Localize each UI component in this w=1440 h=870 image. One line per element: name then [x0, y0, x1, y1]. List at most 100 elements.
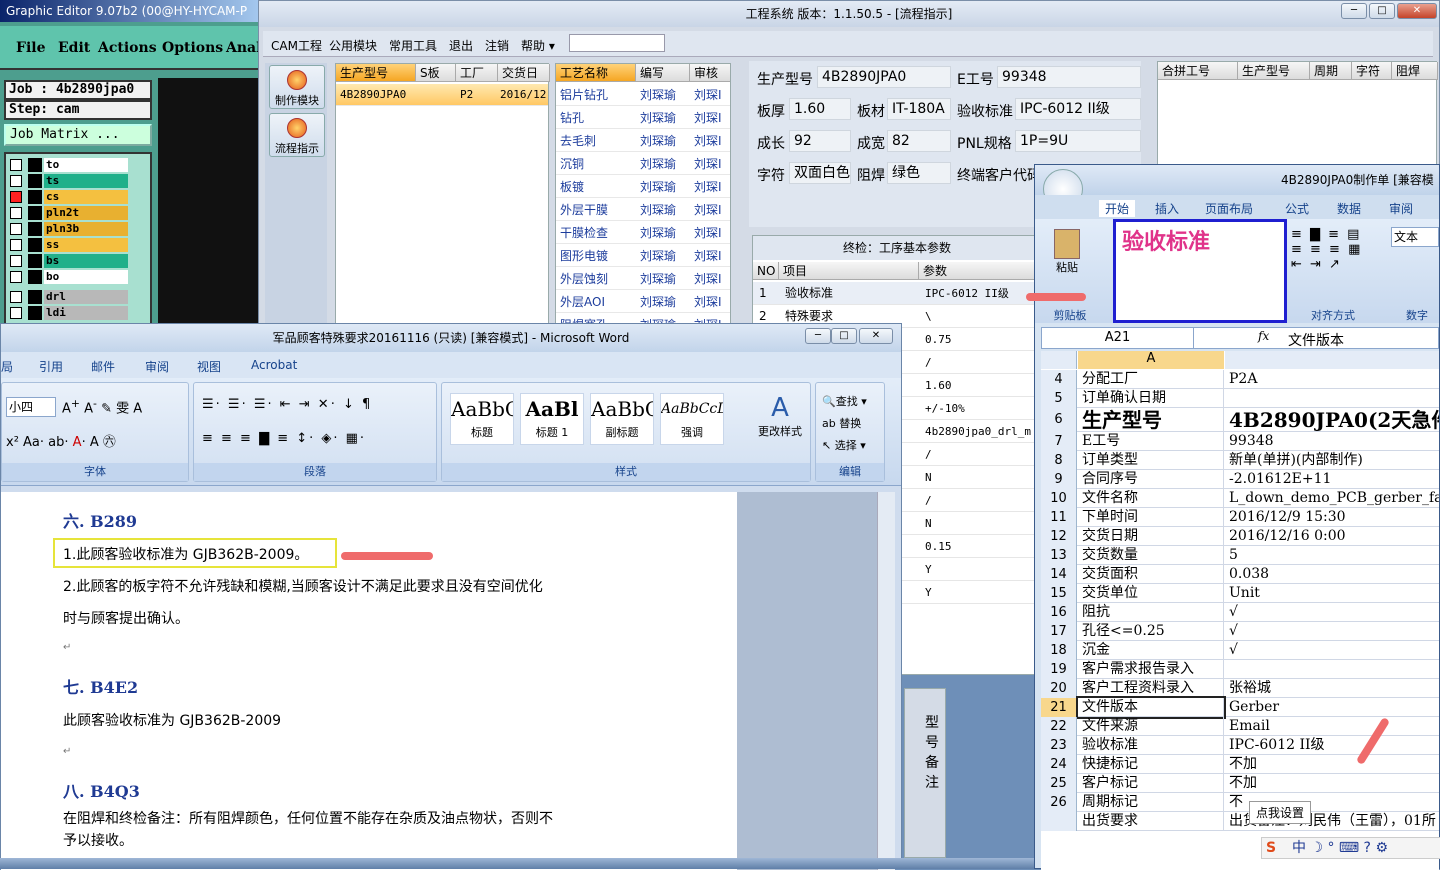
sheet-row[interactable]: 8 订单类型 新单(单拼)(内部制作) [1041, 451, 1439, 470]
layer-item[interactable]: ldi [8, 306, 128, 320]
sheet-row[interactable]: 13 交货数量 5 [1041, 546, 1439, 565]
toolbar-dropdown[interactable] [569, 34, 665, 52]
paste-button[interactable]: 粘贴 [1049, 229, 1085, 275]
process-row[interactable]: 沉铜 刘琛瑜 刘琛I [556, 153, 730, 175]
sheet-row[interactable]: 5 订单确认日期 [1041, 389, 1439, 408]
menu-edit[interactable]: Edit [58, 40, 90, 56]
sheet-row[interactable]: 26 周期标记不 [1041, 793, 1439, 812]
sheet-row[interactable]: 6 生产型号 4B2890JPA0(2天急件 [1041, 408, 1439, 432]
sheet-row[interactable]: 25 客户标记 不加 [1041, 774, 1439, 793]
sheet-row[interactable]: 24 快捷标记 不加 [1041, 755, 1439, 774]
tab-review[interactable]: 审阅 [1389, 200, 1413, 217]
col-s[interactable]: S板 [416, 64, 456, 82]
sheet-row[interactable]: 18 沉金 √ [1041, 641, 1439, 660]
list-tools[interactable]: ☰· ☰· ☰· ⇤ ⇥ ✕· ↓ ¶ [202, 397, 372, 412]
layer-checkbox[interactable] [10, 223, 22, 235]
sheet-row[interactable]: 21 文件版本 Gerber [1041, 696, 1439, 719]
thickness-field[interactable]: 1.60 [789, 98, 851, 120]
col-item[interactable]: 项目 [779, 262, 919, 280]
process-flow-button[interactable]: 流程指示 [269, 113, 325, 157]
sheet-row[interactable]: 12 交货日期 2016/12/16 0:00 [1041, 527, 1439, 546]
tab-insert[interactable]: 插入 [1155, 200, 1179, 217]
process-row[interactable]: 去毛刺 刘琛瑜 刘琛I [556, 130, 730, 152]
minimize-button[interactable]: ─ [1341, 3, 1367, 19]
menu-analysis[interactable]: Anal [226, 40, 261, 56]
layer-checkbox[interactable] [10, 239, 22, 251]
sheet-row[interactable]: 17 孔径<=0.25 √ [1041, 622, 1439, 641]
menu-cam[interactable]: CAM工程 [271, 37, 322, 54]
layer-checkbox[interactable] [10, 175, 22, 187]
col-no[interactable]: NO [753, 262, 779, 280]
layer-checkbox[interactable] [10, 159, 22, 171]
col-mask[interactable]: 阻焊 [1392, 62, 1438, 80]
alignment-tools[interactable]: ≡ ▇ ≡ ▤ ≡ ≡ ≡ ▦ ⇤ ⇥ ↗ [1291, 227, 1383, 299]
layer-checkbox[interactable] [10, 307, 22, 319]
number-format-select[interactable]: 文本 [1391, 227, 1439, 247]
char-field[interactable]: 双面白色 [789, 162, 851, 184]
menu-logout[interactable]: 注销 [485, 37, 509, 54]
menu-actions[interactable]: Actions [98, 40, 157, 56]
col-merge-no[interactable]: 合拼工号 [1158, 62, 1238, 80]
select-button[interactable]: ↖ 选择 ▾ [822, 435, 867, 457]
col-reviewer[interactable]: 审核 [690, 64, 730, 82]
material-field[interactable]: IT-180A [887, 98, 951, 120]
word-maximize-button[interactable]: □ [831, 328, 857, 344]
sheet-row[interactable]: 19 客户需求报告录入 [1041, 660, 1439, 679]
layer-item[interactable]: bo [8, 270, 128, 284]
col-param[interactable]: 参数 [919, 262, 1043, 280]
param-row[interactable]: 1 验收标准 IPC-6012 II级 [753, 282, 1043, 305]
close-button[interactable]: ✕ [1397, 3, 1437, 19]
column-header-b[interactable] [1225, 351, 1439, 369]
col-writer[interactable]: 编写 [636, 64, 690, 82]
col-merge-model[interactable]: 生产型号 [1238, 62, 1310, 80]
layer-checkbox[interactable] [10, 207, 22, 219]
tab-home[interactable]: 开始 [1099, 200, 1136, 217]
process-row[interactable]: 铝片钻孔 刘琛瑜 刘琛I [556, 84, 730, 106]
name-box[interactable]: A21 [1042, 328, 1194, 348]
word-close-button[interactable]: ✕ [859, 328, 893, 344]
e-field[interactable]: 99348 [997, 66, 1141, 88]
formula-input[interactable]: 文件版本 [1288, 330, 1344, 350]
change-styles-button[interactable]: A 更改样式 [754, 393, 806, 439]
layer-item[interactable]: ss [8, 238, 128, 252]
make-module-button[interactable]: 制作模块 [269, 65, 325, 109]
sheet-row[interactable]: 4 分配工厂 P2A [1041, 370, 1439, 389]
sheet-row[interactable]: 出货要求 出货备注：刘民伟（王雷），01所 [1041, 812, 1439, 831]
menu-file[interactable]: File [16, 40, 45, 56]
layer-item[interactable]: pln3b [8, 222, 128, 236]
select-all[interactable] [1041, 351, 1077, 369]
style-heading-1[interactable]: AaBl 标题 1 [520, 393, 584, 445]
menu-help[interactable]: 帮助 ▾ [521, 37, 555, 54]
process-row[interactable]: 外层蚀刻 刘琛瑜 刘琛I [556, 268, 730, 290]
process-row[interactable]: 干膜检查 刘琛瑜 刘琛I [556, 222, 730, 244]
sheet-row[interactable]: 11 下单时间 2016/12/9 15:30 [1041, 508, 1439, 527]
word-minimize-button[interactable]: ─ [805, 328, 831, 344]
col-model[interactable]: 生产型号 [336, 64, 416, 82]
layer-checkbox[interactable] [10, 191, 22, 203]
sheet-row[interactable]: 7 E工号 99348 [1041, 432, 1439, 451]
standard-field[interactable]: IPC-6012 II级 [1015, 98, 1141, 120]
tab-acrobat[interactable]: Acrobat [251, 358, 297, 372]
tab-references[interactable]: 引用 [39, 358, 63, 375]
layer-item[interactable]: drl [8, 290, 128, 304]
process-row[interactable]: 图形电镀 刘琛瑜 刘琛I [556, 245, 730, 267]
col-process[interactable]: 工艺名称 [556, 64, 636, 82]
style-heading[interactable]: AaBbC 标题 [450, 393, 514, 445]
menu-exit[interactable]: 退出 [449, 37, 473, 54]
align-tools[interactable]: ≡ ≡ ≡ ▇ ≡ ↕· ◈· ▦· [202, 431, 366, 446]
process-row[interactable]: 板镀 刘琛瑜 刘琛I [556, 176, 730, 198]
process-row[interactable]: 外层AOI 刘琛瑜 刘琛I [556, 291, 730, 313]
sheet-row[interactable]: 23 验收标准 IPC-6012 II级 [1041, 736, 1439, 755]
job-matrix-button[interactable]: Job Matrix ... [4, 124, 152, 146]
sheet-row[interactable]: 10 文件名称 L_down_demo_PCB_gerber_fabr [1041, 489, 1439, 508]
replace-button[interactable]: ab 替换 [822, 413, 867, 435]
col-period[interactable]: 周期 [1310, 62, 1352, 80]
menu-tools[interactable]: 常用工具 [389, 37, 437, 54]
sheet-row[interactable]: 15 交货单位 Unit [1041, 584, 1439, 603]
font-size-select[interactable]: 小四 [6, 397, 56, 417]
sheet-row[interactable]: 14 交货面积 0.038 [1041, 565, 1439, 584]
tab-mailings[interactable]: 邮件 [91, 358, 115, 375]
graphic-canvas[interactable] [158, 78, 262, 330]
mask-field[interactable]: 绿色 [887, 162, 951, 184]
layer-checkbox[interactable] [10, 291, 22, 303]
